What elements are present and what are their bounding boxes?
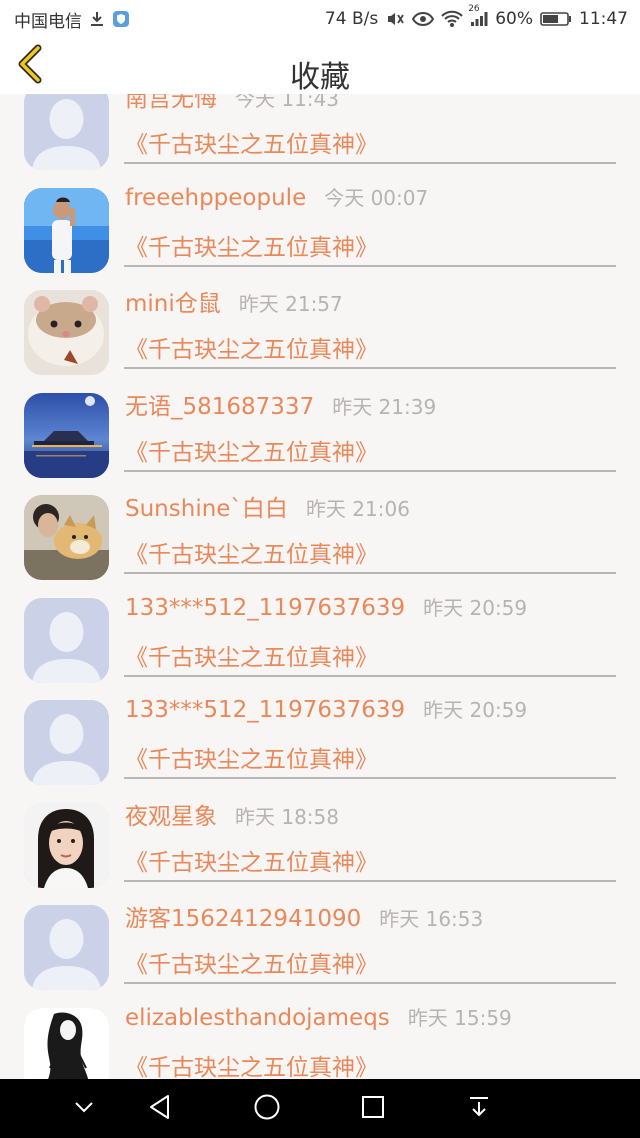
- home-circle-icon: [253, 1093, 281, 1125]
- user-name[interactable]: 133***512_1197637639: [125, 595, 405, 621]
- user-name[interactable]: elizablesthandojameqs: [125, 1005, 390, 1031]
- timestamp: 昨天 18:58: [235, 804, 339, 829]
- item-meta: 133***512_1197637639 昨天 20:59: [125, 694, 640, 728]
- header-bar: 收藏: [0, 38, 640, 95]
- nav-recents-button[interactable]: [343, 1079, 403, 1138]
- nav-back-button[interactable]: [130, 1079, 190, 1138]
- user-name[interactable]: 夜观星象: [125, 797, 217, 831]
- nav-notification-button[interactable]: [449, 1079, 509, 1138]
- battery-percent: 60%: [495, 9, 533, 29]
- timestamp: 今天 11:43: [235, 94, 339, 111]
- list-item[interactable]: 夜观星象 昨天 18:58 《千古玦尘之五位真神》: [0, 759, 640, 888]
- user-name[interactable]: 133***512_1197637639: [125, 697, 405, 723]
- photo-avatar-sketch: [24, 1007, 109, 1079]
- signal-icon: 26: [468, 4, 488, 27]
- chevron-down-icon: [72, 1095, 96, 1123]
- wifi-icon: [441, 10, 463, 28]
- carrier-label: 中国电信: [14, 11, 82, 32]
- status-bar-right: 74 B/s 26 60% 11:47: [324, 4, 628, 29]
- user-name[interactable]: freeehppeopule: [125, 185, 306, 211]
- recents-square-icon: [360, 1094, 386, 1124]
- timestamp: 昨天 21:57: [238, 292, 343, 316]
- timestamp: 昨天 20:59: [423, 595, 528, 620]
- status-bar-left: 中国电信: [14, 7, 130, 32]
- status-bar: 中国电信 74 B/s 26 60% 11:47: [0, 0, 640, 38]
- timestamp: 昨天 15:59: [407, 1005, 512, 1030]
- eye-icon: [412, 11, 435, 27]
- list-item[interactable]: freeehppeopule 今天 00:07 《千古玦尘之五位真神》: [0, 144, 640, 273]
- item-meta: 南宫无悔 今天 11:43: [125, 94, 640, 113]
- list-item[interactable]: 无语_581687337 昨天 21:39 《千古玦尘之五位真神》: [0, 349, 640, 478]
- item-meta: mini仓鼠 昨天 21:57: [125, 284, 640, 318]
- timestamp: 昨天 20:59: [423, 698, 528, 722]
- user-name[interactable]: 无语_581687337: [125, 387, 314, 421]
- item-meta: 133***512_1197637639 昨天 20:59: [125, 592, 640, 626]
- list-item[interactable]: 游客1562412941090 昨天 16:53 《千古玦尘之五位真神》: [0, 861, 640, 990]
- list-item[interactable]: 133***512_1197637639 昨天 20:59 《千古玦尘之五位真神…: [0, 554, 640, 683]
- user-name[interactable]: Sunshine`白白: [125, 489, 288, 523]
- chevron-left-icon: [14, 44, 46, 88]
- timestamp: 昨天 21:06: [305, 497, 410, 521]
- item-meta: freeehppeopule 今天 00:07: [125, 182, 640, 216]
- favorites-list[interactable]: 南宫无悔 今天 11:43 《千古玦尘之五位真神》 freeehppeopule…: [0, 94, 640, 1079]
- network-speed: 74 B/s: [324, 9, 379, 29]
- timestamp: 今天 00:07: [324, 185, 429, 210]
- hide-nav-button[interactable]: [54, 1079, 114, 1138]
- timestamp: 昨天 21:39: [332, 394, 437, 419]
- list-item[interactable]: elizablesthandojameqs 昨天 15:59 《千古玦尘之五位真…: [0, 964, 640, 1079]
- notification-pull-icon: [466, 1094, 492, 1124]
- item-meta: Sunshine`白白 昨天 21:06: [125, 489, 640, 523]
- list-item[interactable]: Sunshine`白白 昨天 21:06 《千古玦尘之五位真神》: [0, 451, 640, 580]
- list-item[interactable]: mini仓鼠 昨天 21:57 《千古玦尘之五位真神》: [0, 246, 640, 375]
- nav-home-button[interactable]: [237, 1079, 297, 1138]
- item-meta: elizablesthandojameqs 昨天 15:59: [125, 1002, 640, 1036]
- back-triangle-icon: [146, 1093, 174, 1125]
- system-nav-bar: [0, 1079, 640, 1138]
- user-name[interactable]: mini仓鼠: [125, 284, 221, 318]
- item-meta: 游客1562412941090 昨天 16:53: [125, 899, 640, 933]
- clock: 11:47: [579, 9, 628, 29]
- item-meta: 无语_581687337 昨天 21:39: [125, 387, 640, 421]
- timestamp: 昨天 16:53: [379, 907, 484, 931]
- user-name[interactable]: 南宫无悔: [125, 94, 217, 113]
- list-item[interactable]: 133***512_1197637639 昨天 20:59 《千古玦尘之五位真神…: [0, 656, 640, 785]
- avatar[interactable]: [24, 1007, 109, 1079]
- book-title[interactable]: 《千古玦尘之五位真神》: [125, 1048, 378, 1080]
- user-name[interactable]: 游客1562412941090: [125, 899, 361, 933]
- list-item[interactable]: 南宫无悔 今天 11:43 《千古玦尘之五位真神》: [0, 94, 640, 170]
- mute-icon: [385, 10, 405, 28]
- network-type-label: 26: [468, 4, 480, 14]
- back-button[interactable]: [10, 44, 50, 88]
- battery-icon: [540, 11, 572, 27]
- shield-app-icon: [112, 10, 130, 28]
- favorites-list-content: 南宫无悔 今天 11:43 《千古玦尘之五位真神》 freeehppeopule…: [0, 94, 640, 1079]
- item-meta: 夜观星象 昨天 18:58: [125, 797, 640, 831]
- download-icon: [88, 10, 106, 28]
